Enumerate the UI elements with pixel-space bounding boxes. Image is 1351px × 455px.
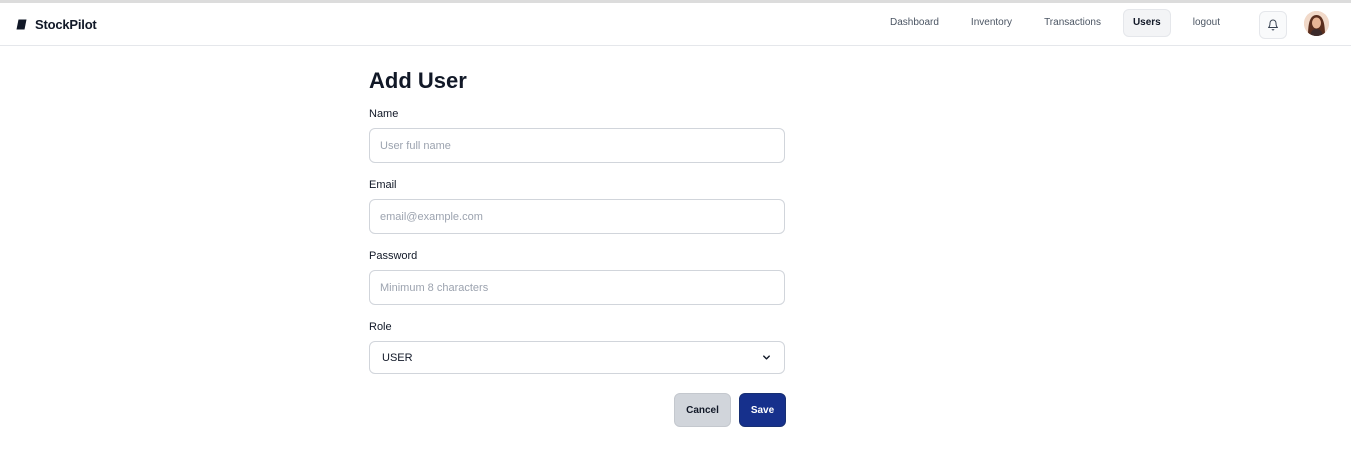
- brand[interactable]: StockPilot: [16, 15, 97, 33]
- nav-links: Dashboard Inventory Transactions Users l…: [880, 9, 1230, 37]
- cancel-button[interactable]: Cancel: [674, 393, 731, 427]
- password-input[interactable]: [369, 270, 785, 305]
- brand-logo-icon: [16, 19, 27, 29]
- notifications-button[interactable]: [1259, 11, 1287, 39]
- nav-item-users[interactable]: Users: [1122, 9, 1171, 37]
- chevron-down-icon: [763, 355, 770, 360]
- password-label: Password: [369, 250, 418, 262]
- form-actions: Cancel Save: [674, 393, 786, 427]
- name-label: Name: [369, 108, 399, 120]
- user-avatar[interactable]: [1304, 11, 1329, 36]
- brand-name: StockPilot: [35, 16, 97, 32]
- email-label: Email: [369, 179, 397, 191]
- save-button[interactable]: Save: [739, 393, 786, 427]
- email-input[interactable]: [369, 199, 785, 234]
- nav-item-dashboard[interactable]: Dashboard: [880, 9, 949, 37]
- nav-item-inventory[interactable]: Inventory: [961, 9, 1022, 37]
- role-select[interactable]: USER: [369, 341, 785, 374]
- page-title: Add User: [369, 68, 467, 93]
- navbar: StockPilot Dashboard Inventory Transacti…: [0, 3, 1351, 46]
- nav-item-logout[interactable]: logout: [1183, 9, 1230, 37]
- name-input[interactable]: [369, 128, 785, 163]
- role-select-value: USER: [382, 351, 413, 364]
- role-label: Role: [369, 321, 392, 333]
- add-user-form: Add User Name Email Password Role USER C…: [369, 66, 786, 427]
- nav-item-transactions[interactable]: Transactions: [1034, 9, 1111, 37]
- bell-icon: [1268, 19, 1278, 31]
- avatar-image: [1304, 11, 1329, 36]
